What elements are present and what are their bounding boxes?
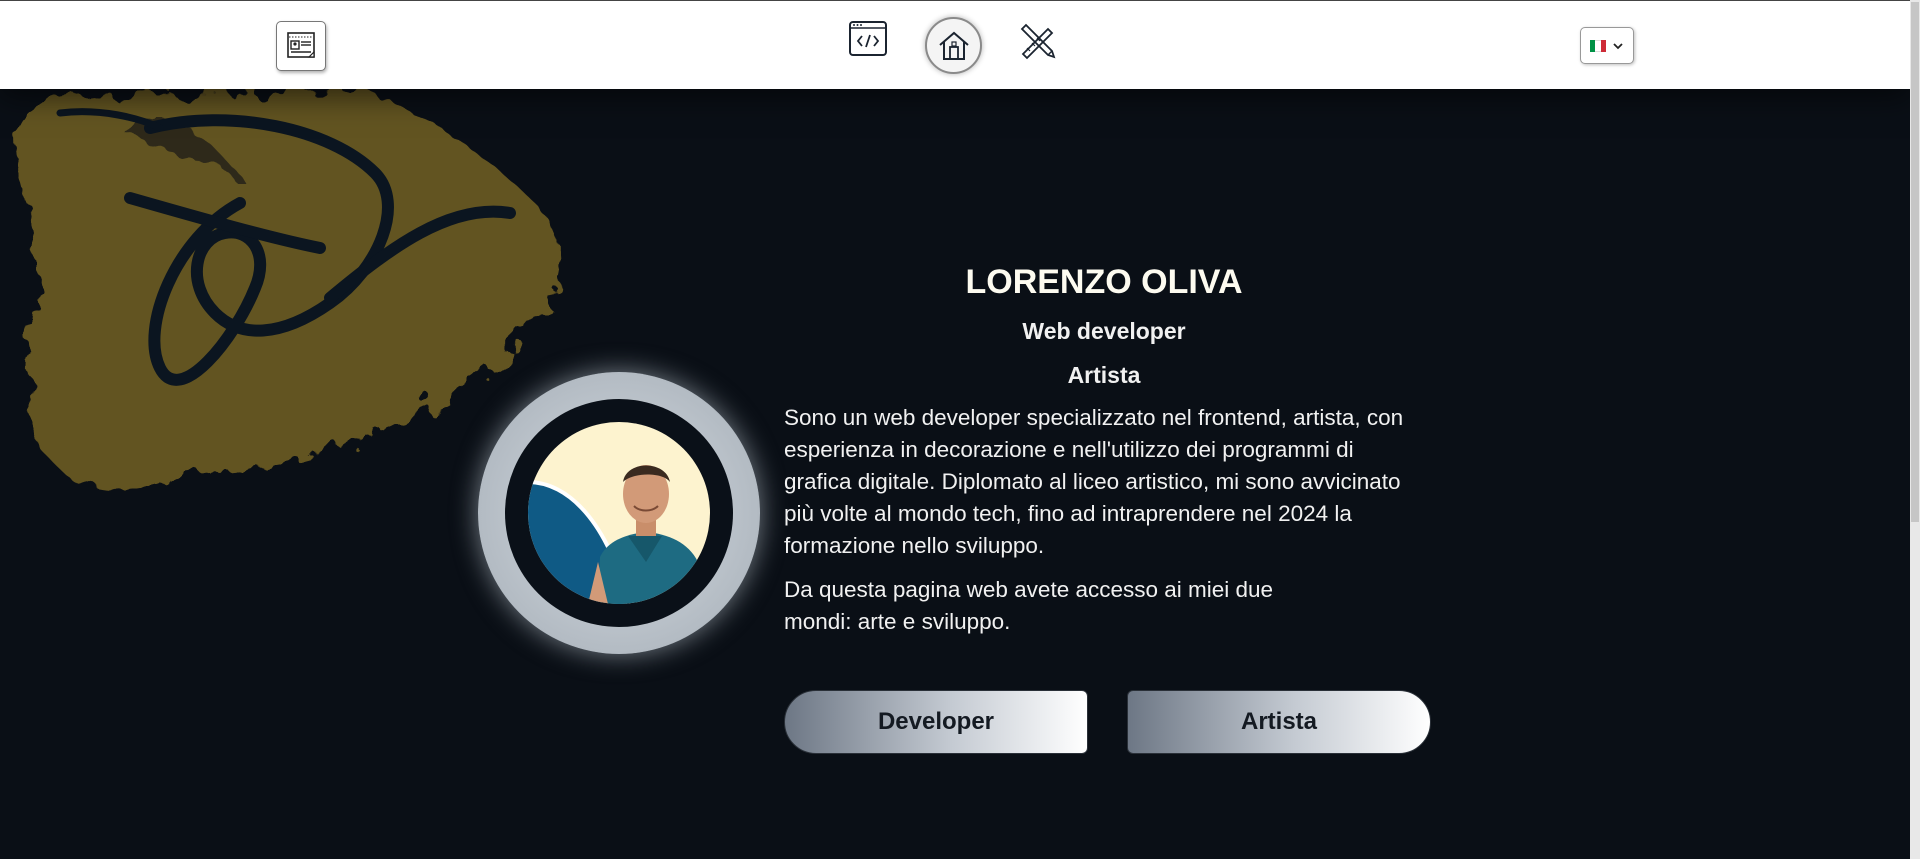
developer-button[interactable]: Developer xyxy=(784,690,1088,754)
role-artist: Artista xyxy=(1067,362,1141,388)
house-icon xyxy=(938,31,969,60)
profile-photo xyxy=(528,422,710,604)
avatar xyxy=(478,372,760,654)
developer-nav-button[interactable] xyxy=(847,18,889,60)
artist-button[interactable]: Artista xyxy=(1127,690,1431,754)
scrollbar[interactable] xyxy=(1910,0,1920,859)
code-window-icon xyxy=(849,21,887,56)
home-button[interactable] xyxy=(925,17,982,74)
chevron-down-icon xyxy=(1613,42,1623,49)
scrollbar-thumb[interactable] xyxy=(1911,2,1919,522)
bio-text-secondary: Da questa pagina web avete accesso ai mi… xyxy=(784,577,1274,634)
top-navbar xyxy=(0,0,1910,89)
art-nav-button[interactable] xyxy=(1016,19,1060,63)
page-title: LORENZO OLIVA xyxy=(965,263,1243,301)
cv-button[interactable] xyxy=(276,21,326,71)
resume-icon xyxy=(287,32,315,58)
gold-splash xyxy=(14,88,562,490)
role-web-developer: Web developer xyxy=(1022,318,1186,344)
pencil-ruler-icon xyxy=(1020,23,1056,60)
bio-text: Sono un web developer specializzato nel … xyxy=(784,405,1404,558)
hero-content: LORENZO OLIVA Web developer Artista Sono… xyxy=(784,258,1424,638)
italy-flag-icon xyxy=(1590,39,1606,52)
language-select[interactable] xyxy=(1580,27,1634,64)
